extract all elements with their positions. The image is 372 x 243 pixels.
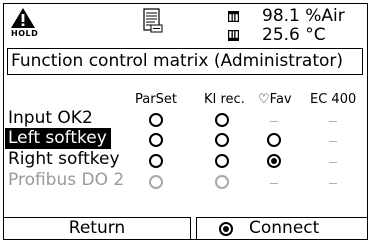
row-label-left-softkey[interactable]: Left softkey xyxy=(5,128,111,149)
hold-label: HOLD xyxy=(11,29,39,38)
cell-unavailable xyxy=(270,121,278,122)
column-header-parset: ParSet xyxy=(135,92,177,107)
radio-right-softkey-fav-selected[interactable] xyxy=(267,154,281,168)
radio-profibus-do2-parset xyxy=(149,175,163,189)
cell-unavailable xyxy=(329,121,337,122)
radio-profibus-do2-ki-rec xyxy=(215,175,229,189)
cell-unavailable xyxy=(270,183,278,184)
radio-selected-icon xyxy=(219,222,233,236)
hold-warning-icon: HOLD xyxy=(10,7,39,41)
radio-right-softkey-ki-rec[interactable] xyxy=(215,154,229,168)
sensor-square-icon xyxy=(228,30,239,41)
cell-unavailable xyxy=(329,162,337,163)
return-softkey[interactable]: Return xyxy=(4,217,191,239)
oxygen-value: 98.1 %Air xyxy=(262,6,345,26)
radio-left-softkey-parset[interactable] xyxy=(149,133,163,147)
radio-right-softkey-parset[interactable] xyxy=(149,154,163,168)
cell-unavailable xyxy=(329,141,337,142)
device-screen: HOLD 98.1 %Air 25.6 °C Function control … xyxy=(3,3,368,240)
radio-input-ok2-ki-rec[interactable] xyxy=(215,113,229,127)
connect-label: Connect xyxy=(249,218,320,238)
page-title: Function control matrix (Administrator) xyxy=(7,48,363,75)
row-label-input-ok2[interactable]: Input OK2 xyxy=(5,108,97,129)
connect-softkey[interactable]: Connect xyxy=(196,217,367,239)
logbook-document-icon xyxy=(141,8,165,34)
row-label-right-softkey[interactable]: Right softkey xyxy=(5,149,124,170)
sensor-square-icon xyxy=(228,11,239,22)
column-header-favorites: ♡Fav xyxy=(258,92,292,107)
cell-unavailable xyxy=(329,183,337,184)
column-header-ki-rec: KI rec. xyxy=(204,92,245,107)
temperature-value: 25.6 °C xyxy=(262,25,326,45)
radio-input-ok2-parset[interactable] xyxy=(149,113,163,127)
return-label: Return xyxy=(68,218,126,238)
radio-left-softkey-ki-rec[interactable] xyxy=(215,133,229,147)
column-header-ec400: EC 400 xyxy=(310,92,357,107)
radio-left-softkey-fav[interactable] xyxy=(267,133,281,147)
row-label-profibus-do2: Profibus DO 2 xyxy=(8,170,125,190)
